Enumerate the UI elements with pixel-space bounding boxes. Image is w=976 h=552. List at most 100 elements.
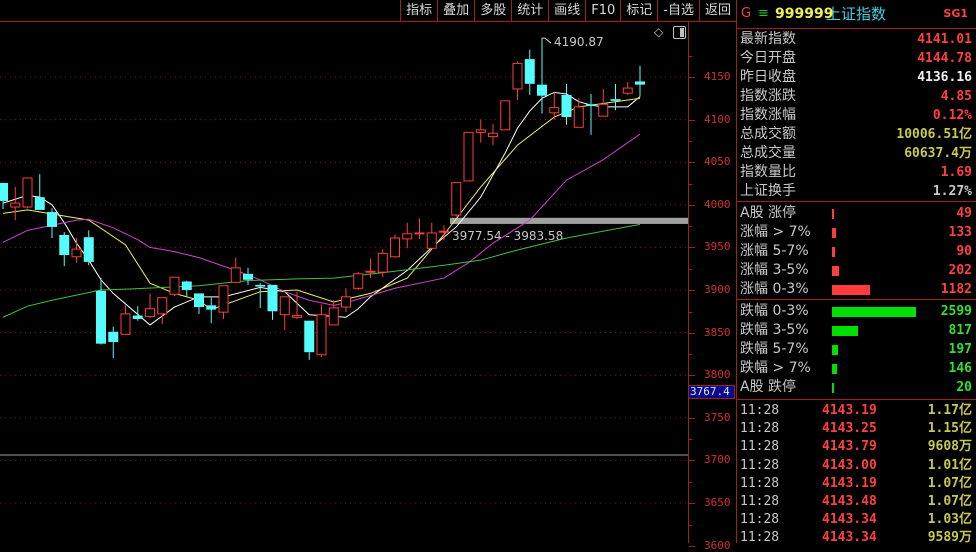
candle[interactable]: [169, 276, 180, 296]
candle[interactable]: [561, 83, 572, 125]
candle[interactable]: [488, 123, 498, 146]
toolbar-button-5[interactable]: F10: [585, 0, 620, 21]
candle[interactable]: [537, 42, 547, 114]
toolbar-button-0[interactable]: 指标: [400, 0, 437, 21]
candle[interactable]: [365, 258, 376, 279]
y-minor-tick: [689, 524, 692, 526]
candle[interactable]: [622, 82, 633, 95]
tick-price: 4143.79: [822, 439, 877, 455]
candle[interactable]: [414, 218, 425, 239]
candle-body: [145, 308, 155, 317]
candle[interactable]: [96, 278, 106, 345]
candle[interactable]: [59, 232, 70, 267]
y-tick: [689, 204, 695, 206]
candle[interactable]: [34, 174, 45, 210]
toolbar-button-6[interactable]: 标记: [620, 0, 657, 21]
candle[interactable]: [512, 61, 523, 101]
toolbar-button-4[interactable]: 画线: [548, 0, 585, 21]
diamond-icon[interactable]: ◇: [654, 25, 663, 39]
candle[interactable]: [463, 131, 474, 182]
toolbar-button-7[interactable]: -自选: [657, 0, 699, 21]
down-bar: [832, 307, 916, 317]
candle[interactable]: [390, 234, 400, 258]
candle[interactable]: [0, 182, 8, 210]
candle[interactable]: [316, 304, 327, 358]
quote-label: 上证换手: [740, 183, 796, 199]
sg-badge[interactable]: SG1: [943, 0, 968, 28]
candle[interactable]: [108, 326, 119, 359]
candle[interactable]: [145, 293, 155, 319]
toolbar-button-1[interactable]: 叠加: [437, 0, 474, 21]
axis-divider: [688, 22, 689, 543]
stock-name: 上证指数: [826, 5, 887, 23]
candle-body: [475, 129, 486, 133]
candle[interactable]: [206, 297, 217, 324]
y-minor-tick: [689, 482, 692, 483]
tick-amount: 9589万: [927, 530, 972, 546]
candle[interactable]: [71, 238, 82, 263]
toolbar-button-3[interactable]: 统计: [511, 0, 548, 21]
quote-label: 总成交额: [740, 126, 796, 142]
candle[interactable]: [292, 291, 302, 319]
candle-body: [47, 212, 57, 227]
candle[interactable]: [10, 186, 21, 221]
candle[interactable]: [132, 306, 143, 321]
candle[interactable]: [426, 222, 437, 249]
toolbar-button-2[interactable]: 多股: [474, 0, 511, 21]
candle[interactable]: [243, 267, 253, 285]
candle[interactable]: [230, 257, 241, 283]
candle[interactable]: [451, 182, 462, 217]
tick-amount: 1.07亿: [927, 493, 972, 509]
tick-price: 4143.34: [822, 512, 877, 528]
y-tick-label: 3750: [704, 410, 731, 424]
y-tick-label: 3700: [704, 453, 731, 467]
up-count: 202: [948, 263, 972, 278]
down-label: A股 跌停: [740, 379, 797, 395]
candle[interactable]: [586, 94, 596, 135]
candle[interactable]: [279, 296, 290, 331]
candle[interactable]: [402, 222, 413, 249]
up-count: 49: [956, 206, 972, 221]
candle[interactable]: [194, 293, 204, 314]
up-count: 133: [948, 225, 972, 240]
tick-time: 11:28: [740, 512, 780, 528]
candle[interactable]: [635, 65, 645, 97]
tick-row: 11:28 4143.00 1.01亿: [737, 457, 976, 475]
candle[interactable]: [500, 100, 511, 131]
y-minor-tick: [689, 311, 692, 313]
candle[interactable]: [304, 320, 315, 360]
up-label: 涨幅 > 7%: [740, 224, 811, 240]
candle[interactable]: [341, 288, 351, 313]
candle[interactable]: [353, 272, 364, 290]
y-minor-tick: [689, 56, 692, 57]
tick-time: 11:28: [740, 403, 780, 418]
candle[interactable]: [255, 283, 266, 308]
candle[interactable]: [610, 83, 621, 111]
candle[interactable]: [22, 177, 33, 209]
candle[interactable]: [120, 305, 131, 336]
range-band[interactable]: [450, 217, 688, 224]
quote-label: 今日开盘: [740, 50, 796, 66]
tick-time: 11:28: [740, 475, 780, 491]
quote-value: 4.85: [940, 89, 972, 104]
down-count: 2599: [940, 304, 972, 319]
panel-toggle-icon[interactable]: [673, 26, 686, 39]
candle-body: [230, 267, 241, 283]
candle[interactable]: [475, 119, 486, 143]
candle[interactable]: [218, 285, 229, 319]
toolbar-button-8[interactable]: 返回: [698, 0, 736, 21]
candle[interactable]: [157, 297, 168, 325]
down-count: 197: [948, 342, 972, 357]
candle[interactable]: [47, 208, 57, 239]
tick-row: 11:28 4143.19 1.17亿: [737, 402, 976, 420]
candle[interactable]: [83, 230, 94, 266]
candle-body: [365, 270, 376, 273]
candle-body: [524, 59, 535, 84]
candle[interactable]: [328, 300, 339, 326]
tick-amount: 1.17亿: [927, 403, 972, 418]
candle[interactable]: [267, 284, 278, 320]
menu-icon[interactable]: ≡: [758, 0, 769, 28]
candlestick-chart[interactable]: 3977.54 - 3983.58 4190.87: [0, 22, 688, 543]
candle[interactable]: [181, 280, 192, 296]
candle[interactable]: [524, 49, 535, 95]
